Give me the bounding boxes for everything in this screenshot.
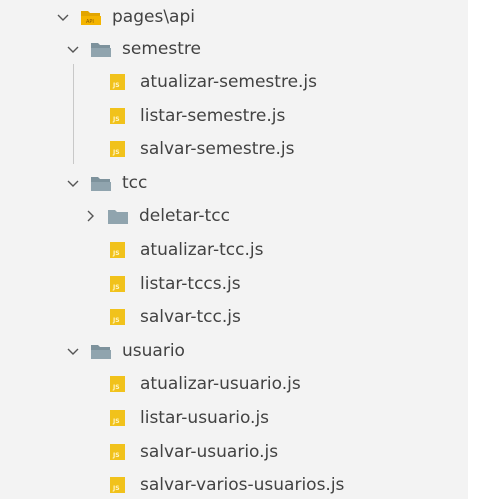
tree-item-label: usuario bbox=[122, 340, 185, 361]
file-name: atualizar-usuario.js bbox=[140, 373, 301, 394]
file-name: salvar-varios-usuarios.js bbox=[140, 474, 345, 495]
file-name: salvar-usuario.js bbox=[140, 441, 279, 462]
file-name: atualizar-semestre.js bbox=[140, 71, 318, 92]
tree-item-label: deletar-tcc bbox=[139, 205, 230, 226]
chevron-down-icon bbox=[66, 42, 80, 56]
js-file-icon: JS bbox=[110, 476, 125, 493]
file-explorer-tree: API pages\api semestre JS atualizar-seme… bbox=[0, 0, 468, 499]
tree-file-item[interactable]: JS salvar-tcc.js bbox=[110, 300, 241, 333]
tree-file-item[interactable]: JS listar-tccs.js bbox=[110, 267, 241, 300]
folder-open-icon bbox=[90, 40, 112, 58]
tree-item-deletar-tcc[interactable]: deletar-tcc bbox=[83, 199, 230, 232]
tree-item-tcc[interactable]: tcc bbox=[66, 166, 147, 199]
js-file-icon: JS bbox=[110, 140, 125, 157]
tree-file-item[interactable]: JS salvar-usuario.js bbox=[110, 435, 278, 468]
js-file-icon: JS bbox=[110, 409, 125, 426]
file-name: salvar-semestre.js bbox=[140, 138, 295, 159]
tree-item-label: tcc bbox=[122, 172, 148, 193]
indent-guide bbox=[73, 64, 74, 164]
js-file-icon: JS bbox=[110, 73, 125, 90]
js-file-icon: JS bbox=[110, 107, 125, 124]
js-file-icon: JS bbox=[110, 241, 125, 258]
file-name: listar-semestre.js bbox=[140, 105, 286, 126]
tree-file-item[interactable]: JS salvar-semestre.js bbox=[110, 132, 294, 165]
tree-file-item[interactable]: JS listar-semestre.js bbox=[110, 99, 285, 132]
folder-open-icon: API bbox=[80, 8, 102, 26]
file-name: listar-usuario.js bbox=[140, 407, 270, 428]
tree-item-semestre[interactable]: semestre bbox=[66, 32, 201, 65]
js-file-icon: JS bbox=[110, 443, 125, 460]
tree-file-item[interactable]: JS atualizar-usuario.js bbox=[110, 367, 301, 400]
js-file-icon: JS bbox=[110, 275, 125, 292]
svg-text:API: API bbox=[86, 19, 94, 25]
chevron-down-icon bbox=[66, 344, 80, 358]
tree-file-item[interactable]: JS listar-usuario.js bbox=[110, 401, 269, 434]
folder-open-icon bbox=[90, 174, 112, 192]
tree-item-pages-api[interactable]: API pages\api bbox=[56, 0, 195, 33]
tree-item-usuario[interactable]: usuario bbox=[66, 334, 185, 367]
js-file-icon: JS bbox=[110, 375, 125, 392]
file-name: salvar-tcc.js bbox=[140, 306, 241, 327]
tree-file-item[interactable]: JS salvar-varios-usuarios.js bbox=[110, 468, 344, 501]
file-name: listar-tccs.js bbox=[140, 273, 241, 294]
file-name: atualizar-tcc.js bbox=[140, 239, 264, 260]
tree-file-item[interactable]: JS atualizar-semestre.js bbox=[110, 65, 317, 98]
chevron-down-icon bbox=[66, 176, 80, 190]
tree-item-label: semestre bbox=[122, 38, 201, 59]
js-file-icon: JS bbox=[110, 308, 125, 325]
chevron-right-icon bbox=[83, 209, 97, 223]
tree-file-item[interactable]: JS atualizar-tcc.js bbox=[110, 233, 263, 266]
tree-item-label: pages\api bbox=[112, 6, 195, 27]
folder-open-icon bbox=[90, 342, 112, 360]
chevron-down-icon bbox=[56, 10, 70, 24]
folder-icon bbox=[107, 207, 129, 225]
